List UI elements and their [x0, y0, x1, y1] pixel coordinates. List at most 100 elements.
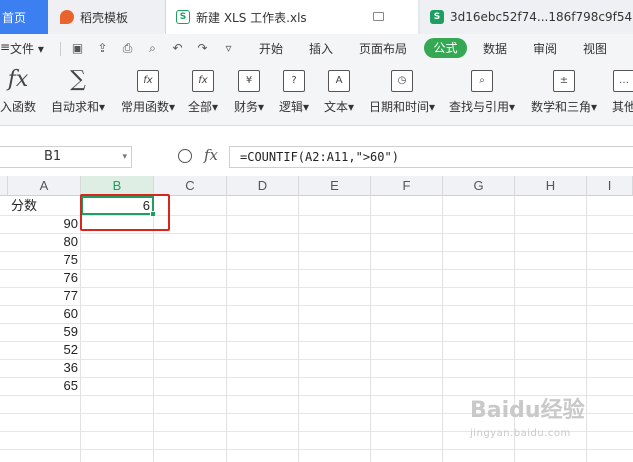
cell-a5[interactable]: 76	[8, 269, 78, 287]
menu-review[interactable]: 审阅	[533, 40, 557, 57]
tab-other-file-label: 3d16ebc52f74...186f798c9f54	[450, 10, 633, 24]
gridline	[226, 196, 227, 462]
text-functions-button[interactable]: A 文本▾	[321, 70, 357, 115]
lookup-reference-label: 查找与引用▾	[448, 100, 516, 114]
more-icon: …	[613, 70, 633, 92]
tab-bar: 首页 稻壳模板 S 新建 XLS 工作表.xls S 3d16ebc52f74.…	[0, 0, 633, 34]
financial-label: 财务▾	[233, 100, 265, 114]
menu-page-layout[interactable]: 页面布局	[359, 40, 407, 57]
cell-a2[interactable]: 90	[8, 215, 78, 233]
menu-bar: ≡ 文件 ▾ ▣ ⇪ ⎙ ⌕ ↶ ↷ ▿ 开始 插入 页面布局 公式 数据 审阅…	[0, 34, 633, 64]
date-time-button[interactable]: ◷ 日期和时间▾	[367, 70, 437, 115]
chevron-down-icon[interactable]: ▾	[122, 147, 127, 167]
cell-a7[interactable]: 60	[8, 305, 78, 323]
more-functions-label: 其他	[611, 100, 633, 114]
baidu-jingyan-watermark: Baidu经验 jingyan.baidu.com	[470, 392, 630, 442]
print-preview-icon[interactable]: ⌕	[146, 42, 159, 55]
column-header-f[interactable]: F	[371, 176, 443, 196]
math-icon: ±	[553, 70, 575, 92]
menu-formulas[interactable]: 公式	[424, 38, 467, 58]
docer-icon	[60, 10, 74, 24]
spreadsheet-icon: S	[430, 10, 444, 24]
tab-workbook-label: 新建 XLS 工作表.xls	[196, 10, 307, 25]
zoom-icon[interactable]	[178, 149, 192, 163]
menu-insert[interactable]: 插入	[309, 40, 333, 57]
watermark-subtext: jingyan.baidu.com	[470, 428, 571, 439]
cell-a10[interactable]: 36	[8, 359, 78, 377]
cell-a3[interactable]: 80	[8, 233, 78, 251]
column-header-i[interactable]: I	[587, 176, 633, 196]
menu-view[interactable]: 视图	[583, 40, 607, 57]
gridline	[370, 196, 371, 462]
gridline	[0, 269, 633, 270]
cell-a6[interactable]: 77	[8, 287, 78, 305]
column-header-g[interactable]: G	[443, 176, 515, 196]
math-trig-button[interactable]: ± 数学和三角▾	[528, 70, 600, 115]
tab-docer-label: 稻壳模板	[80, 10, 129, 25]
column-header-d[interactable]: D	[227, 176, 299, 196]
monitor-icon[interactable]	[373, 12, 384, 21]
column-header-b[interactable]: B	[81, 176, 154, 196]
cell-a4[interactable]: 75	[8, 251, 78, 269]
gridline	[0, 251, 633, 252]
fx-box-icon: fx	[192, 70, 214, 92]
select-all-corner[interactable]	[0, 176, 8, 196]
gridline	[298, 196, 299, 462]
gridline	[0, 449, 633, 450]
export-icon[interactable]: ⇪	[96, 42, 109, 55]
search-doc-icon: ⌕	[471, 70, 493, 92]
autosum-button[interactable]: ∑ 自动求和▾	[48, 69, 108, 115]
watermark-text: Baidu经验	[470, 398, 585, 423]
gridline	[0, 377, 633, 378]
question-icon: ?	[283, 70, 305, 92]
column-header-h[interactable]: H	[515, 176, 587, 196]
print-icon[interactable]: ⎙	[121, 42, 134, 55]
gridline	[153, 196, 154, 462]
column-header-c[interactable]: C	[154, 176, 227, 196]
spreadsheet-icon: S	[176, 10, 190, 24]
more-functions-button[interactable]: … 其他	[609, 70, 633, 115]
cell-a11[interactable]: 65	[8, 377, 78, 395]
financial-button[interactable]: ¥ 财务▾	[231, 70, 267, 115]
tab-other-file[interactable]: S 3d16ebc52f74...186f798c9f54	[420, 0, 633, 34]
formula-input[interactable]: =COUNTIF(A2:A11,">60")	[229, 146, 633, 168]
insert-function-label: 入函数	[0, 100, 36, 114]
logical-label: 逻辑▾	[278, 100, 310, 114]
gridline	[0, 341, 633, 342]
insert-function-button[interactable]: fx 入函数	[0, 69, 40, 115]
menu-file[interactable]: 文件 ▾	[10, 40, 44, 57]
gridline	[80, 196, 81, 462]
all-functions-label: 全部▾	[187, 100, 219, 114]
redo-icon[interactable]: ↷	[196, 42, 209, 55]
divider	[60, 42, 61, 56]
tab-home-label: 首页	[2, 10, 27, 25]
save-icon[interactable]: ▣	[71, 42, 84, 55]
tab-docer-templates[interactable]: 稻壳模板	[48, 0, 166, 34]
undo-icon[interactable]: ↶	[171, 42, 184, 55]
cell-a8[interactable]: 59	[8, 323, 78, 341]
column-header-a[interactable]: A	[8, 176, 81, 196]
text-functions-label: 文本▾	[323, 100, 355, 114]
hamburger-icon[interactable]: ≡	[0, 40, 10, 54]
menu-data[interactable]: 数据	[483, 40, 507, 57]
common-functions-button[interactable]: fx 常用函数▾	[118, 70, 178, 115]
name-box[interactable]: B1 ▾	[0, 146, 132, 168]
date-time-label: 日期和时间▾	[368, 100, 436, 114]
column-header-e[interactable]: E	[299, 176, 371, 196]
menu-file-label: 文件	[10, 42, 35, 56]
lookup-reference-button[interactable]: ⌕ 查找与引用▾	[447, 70, 517, 115]
gridline	[0, 233, 633, 234]
fx-icon[interactable]: fx	[204, 146, 218, 164]
cell-a9[interactable]: 52	[8, 341, 78, 359]
autosum-label: 自动求和▾	[50, 100, 106, 114]
tab-home[interactable]: 首页	[0, 0, 48, 34]
customize-dropdown-icon[interactable]: ▿	[222, 42, 235, 55]
menu-home[interactable]: 开始	[259, 40, 283, 57]
all-functions-button[interactable]: fx 全部▾	[185, 70, 221, 115]
cell-a1[interactable]: 分数	[11, 197, 79, 215]
logical-button[interactable]: ? 逻辑▾	[276, 70, 312, 115]
gridline	[442, 196, 443, 462]
highlight-box	[80, 194, 170, 231]
formula-bar: B1 ▾ fx =COUNTIF(A2:A11,">60")	[0, 140, 633, 170]
gridline	[0, 323, 633, 324]
